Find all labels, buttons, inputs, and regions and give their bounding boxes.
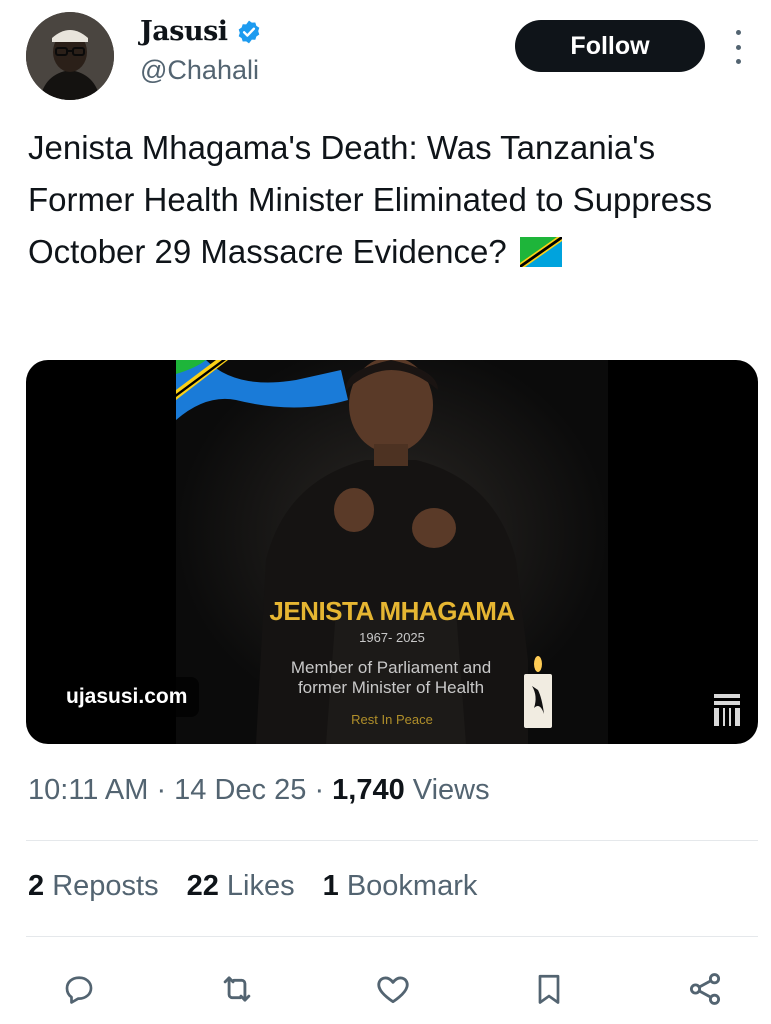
divider: [26, 840, 758, 841]
repost-icon: [223, 976, 251, 1002]
bookmarks-stat[interactable]: 1 Bookmark: [323, 870, 478, 903]
verified-badge-icon: [238, 20, 259, 43]
tweet-time[interactable]: 10:11 AM: [28, 774, 148, 806]
follow-button[interactable]: Follow: [515, 20, 705, 72]
like-button[interactable]: [370, 966, 416, 1012]
likes-count: 22: [186, 870, 219, 902]
tweet-meta: 10:11 AM · 14 Dec 25 · 1,740 Views: [28, 774, 490, 806]
reposts-label: Reposts: [52, 870, 159, 902]
bookmarks-count: 1: [322, 870, 339, 902]
bookmark-button[interactable]: [526, 966, 572, 1012]
link-source-badge[interactable]: ujasusi.com: [54, 677, 200, 717]
tweet-text: Jenista Mhagama's Death: Was Tanzania's …: [28, 122, 748, 278]
avatar[interactable]: [26, 12, 114, 100]
more-options-icon[interactable]: [728, 30, 748, 64]
tweet-date[interactable]: 14 Dec 25: [174, 774, 306, 806]
poster-role-line-1: Member of Parliament and: [290, 658, 492, 677]
tweet-stats: 2 Reposts 22 Likes 1 Bookmark: [28, 870, 477, 903]
divider: [26, 936, 758, 937]
bookmark-icon: [538, 974, 560, 1004]
repost-button[interactable]: [214, 966, 260, 1012]
reply-icon: [65, 976, 93, 1004]
poster-role: Member of Parliament and former Minister…: [236, 658, 546, 698]
share-button[interactable]: [682, 966, 728, 1012]
views-label: Views: [412, 774, 490, 806]
share-icon: [689, 973, 721, 1005]
poster-name: JENISTA MHAGAMA: [269, 596, 515, 626]
candle-icon: [524, 656, 552, 728]
poster-years: 1967- 2025: [359, 630, 425, 645]
media-overlay-icon[interactable]: [714, 694, 740, 726]
action-bar: [0, 966, 771, 1012]
bookmarks-label: Bookmark: [346, 870, 478, 902]
memorial-poster: JENISTA MHAGAMA 1967- 2025 Member of Par…: [176, 360, 608, 744]
tweet-media[interactable]: JENISTA MHAGAMA 1967- 2025 Member of Par…: [26, 360, 758, 744]
poster-role-line-2: former Minister of Health: [297, 678, 485, 697]
like-icon: [377, 976, 409, 1004]
reposts-count: 2: [28, 870, 45, 902]
likes-label: Likes: [226, 870, 295, 902]
views-count: 1,740: [332, 774, 405, 806]
author-handle[interactable]: @Chahali: [140, 55, 259, 86]
author-name[interactable]: Jasusi: [140, 16, 262, 47]
reposts-stat[interactable]: 2 Reposts: [28, 870, 159, 903]
likes-stat[interactable]: 22 Likes: [187, 870, 295, 903]
reply-button[interactable]: [56, 966, 102, 1012]
tweet-body: Jenista Mhagama's Death: Was Tanzania's …: [28, 129, 713, 270]
author-name-text: Jasusi: [140, 16, 228, 47]
tanzania-flag-icon: [519, 237, 562, 267]
